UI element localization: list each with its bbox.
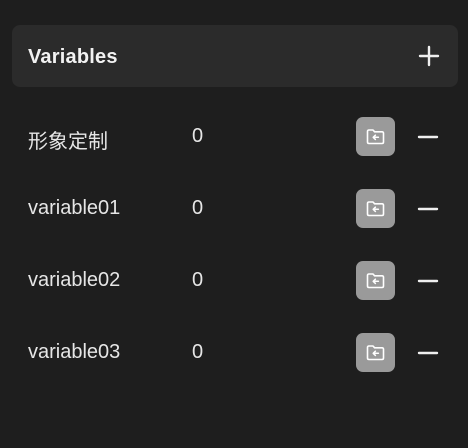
variable-name[interactable]: variable03 (28, 341, 120, 364)
variable-folder-button[interactable] (356, 333, 395, 372)
variables-header: Variables (12, 25, 458, 87)
variable-row: variable03 0 (0, 316, 468, 388)
variable-folder-button[interactable] (356, 189, 395, 228)
variable-folder-button[interactable] (356, 117, 395, 156)
variable-value[interactable]: 0 (192, 269, 203, 292)
folder-icon (366, 345, 385, 361)
remove-variable-button[interactable] (415, 196, 441, 222)
remove-variable-button[interactable] (415, 268, 441, 294)
variable-folder-button[interactable] (356, 261, 395, 300)
variable-value[interactable]: 0 (192, 197, 203, 220)
minus-icon (417, 207, 439, 211)
minus-icon (417, 351, 439, 355)
remove-variable-button[interactable] (415, 124, 441, 150)
variable-row: variable02 0 (0, 244, 468, 316)
variable-list: 形象定制 0 variable01 0 variable02 0 variabl… (0, 100, 468, 388)
variable-value[interactable]: 0 (192, 125, 203, 148)
variable-name[interactable]: 形象定制 (28, 125, 108, 154)
panel-title: Variables (28, 46, 118, 68)
variable-row: 形象定制 0 (0, 100, 468, 172)
variable-value[interactable]: 0 (192, 341, 203, 364)
folder-icon (366, 129, 385, 145)
folder-icon (366, 201, 385, 217)
minus-icon (417, 279, 439, 283)
variable-row: variable01 0 (0, 172, 468, 244)
variable-name[interactable]: variable02 (28, 269, 120, 292)
variable-name[interactable]: variable01 (28, 197, 120, 220)
plus-icon (418, 45, 440, 67)
add-variable-button[interactable] (414, 41, 444, 71)
variables-panel: Variables 形象定制 0 variable01 0 variable02… (0, 0, 468, 448)
remove-variable-button[interactable] (415, 340, 441, 366)
minus-icon (417, 135, 439, 139)
folder-icon (366, 273, 385, 289)
